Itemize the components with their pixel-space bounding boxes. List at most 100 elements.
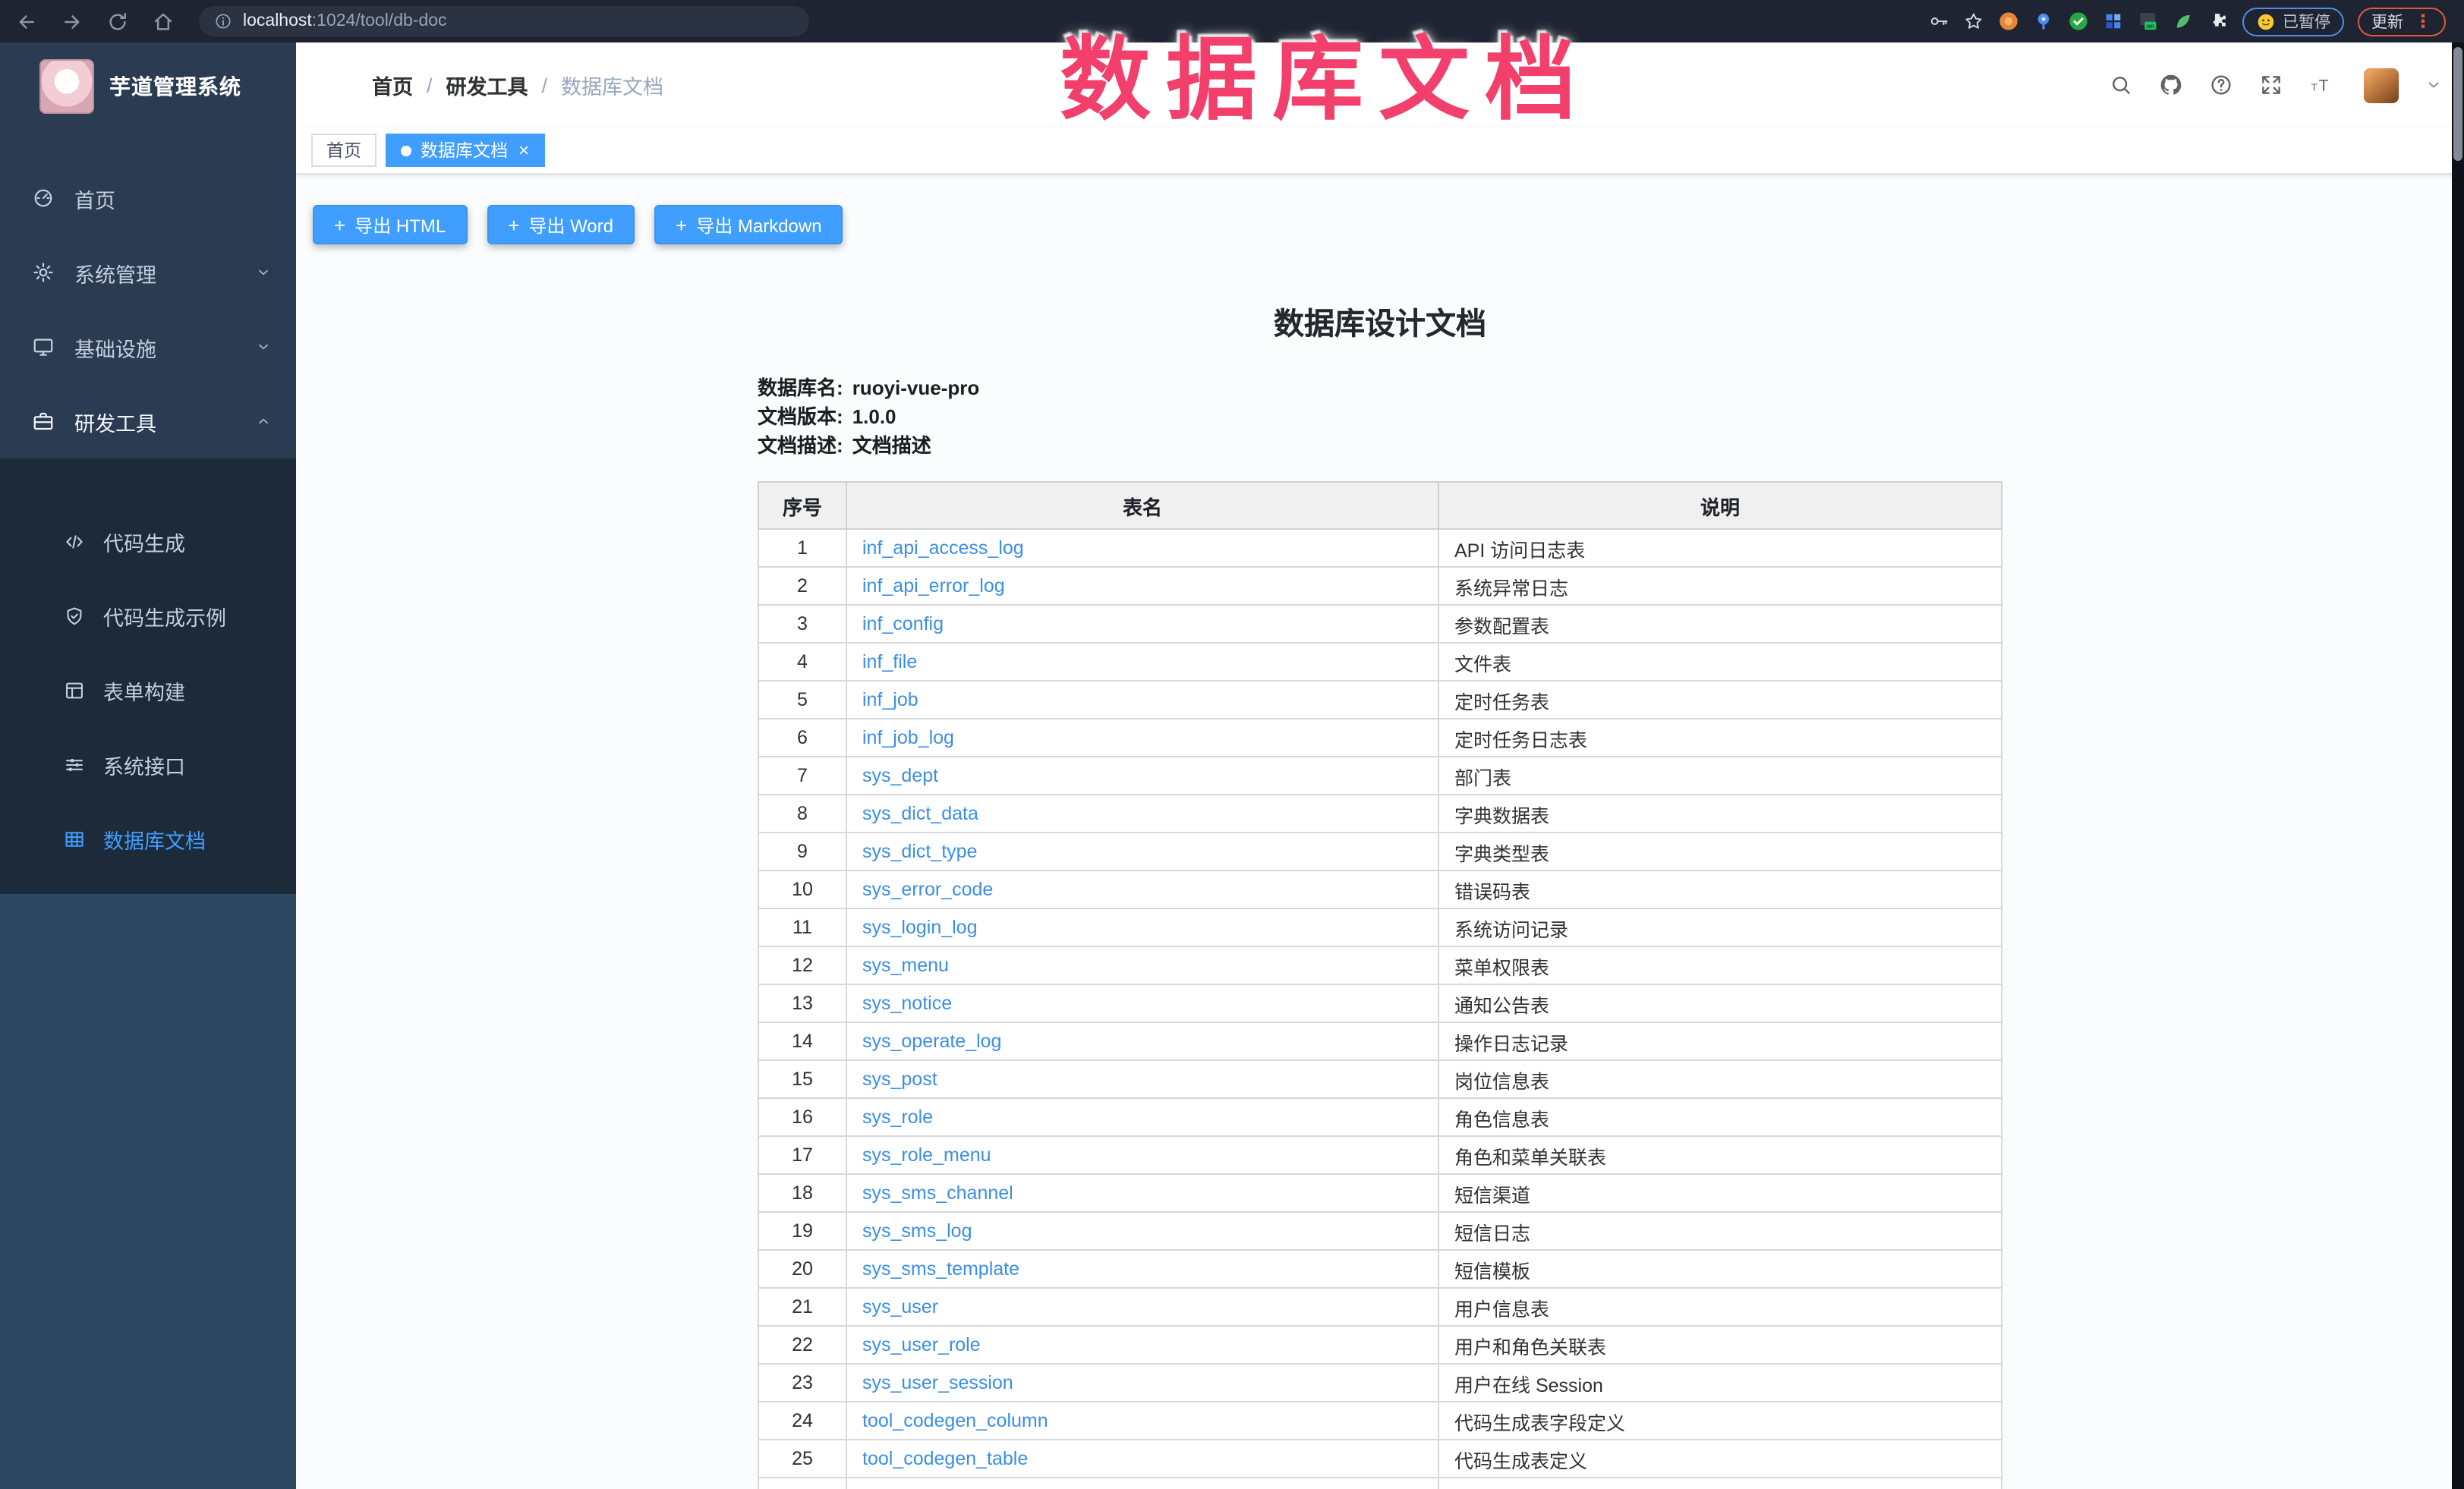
sidebar-item-infra[interactable]: 基础设施 bbox=[0, 310, 296, 384]
table-link[interactable]: inf_file bbox=[862, 651, 917, 672]
puzzle-icon[interactable] bbox=[2207, 11, 2228, 32]
extension-grid-icon[interactable] bbox=[2102, 11, 2123, 32]
star-icon[interactable] bbox=[1962, 11, 1983, 32]
export-button-2[interactable]: +导出 Markdown bbox=[654, 205, 843, 244]
table-link[interactable]: inf_job bbox=[862, 689, 918, 710]
app-root: localhost:1024/tool/db-doc on 已暂停 更新 ⋮ bbox=[0, 0, 2464, 1489]
font-size-icon[interactable]: TT bbox=[2309, 73, 2333, 97]
table-link[interactable]: sys_post bbox=[862, 1069, 937, 1090]
sidebar-item-system-api[interactable]: 系统接口 bbox=[0, 727, 296, 801]
table-cell-name: tool_codegen_table bbox=[846, 1440, 1438, 1478]
table-cell-no: 10 bbox=[758, 870, 846, 908]
table-cell-name: sys_menu bbox=[846, 946, 1438, 984]
sidebar-item-form-builder[interactable]: 表单构建 bbox=[0, 653, 296, 727]
address-bar[interactable]: localhost:1024/tool/db-doc bbox=[199, 6, 809, 36]
table-link[interactable]: sys_dict_type bbox=[862, 841, 977, 862]
tag-item[interactable]: 首页 bbox=[311, 134, 377, 167]
key-icon[interactable] bbox=[1927, 11, 1949, 32]
sidebar-item-db-doc[interactable]: 数据库文档 bbox=[0, 801, 296, 876]
sidebar-item-dev-tools[interactable]: 研发工具 bbox=[0, 384, 296, 458]
export-button-0[interactable]: +导出 HTML bbox=[313, 205, 467, 244]
user-avatar[interactable] bbox=[2364, 68, 2399, 102]
back-icon[interactable] bbox=[15, 10, 38, 33]
table-cell-desc: 字典类型表 bbox=[1438, 1478, 2002, 1489]
table-link[interactable]: sys_role bbox=[862, 1107, 933, 1128]
table-link[interactable]: sys_user bbox=[862, 1296, 938, 1317]
tag-active[interactable]: 数据库文档× bbox=[386, 134, 544, 167]
info-icon[interactable] bbox=[214, 12, 232, 30]
table-link[interactable]: sys_operate_log bbox=[862, 1031, 1001, 1052]
help-circle-icon[interactable] bbox=[2209, 73, 2233, 97]
table-link[interactable]: sys_notice bbox=[862, 993, 952, 1014]
fullscreen-icon[interactable] bbox=[2259, 73, 2283, 97]
extension-on-icon[interactable]: on bbox=[2137, 11, 2158, 32]
export-button-1[interactable]: +导出 Word bbox=[487, 205, 635, 244]
table-cell-desc: 部门表 bbox=[1438, 757, 2002, 795]
table-cell-no: 1 bbox=[758, 529, 846, 567]
browser-menu-icon[interactable]: ⋮ bbox=[2414, 12, 2432, 30]
page-scrollbar[interactable] bbox=[2452, 42, 2464, 1489]
table-cell-no: 5 bbox=[758, 681, 846, 719]
table-link[interactable]: sys_role_menu bbox=[862, 1144, 991, 1166]
home-icon[interactable] bbox=[152, 10, 175, 33]
sidebar-item-home[interactable]: 首页 bbox=[0, 161, 296, 235]
table-link[interactable]: sys_menu bbox=[862, 955, 949, 976]
table-link[interactable]: tool_test_demo bbox=[862, 1486, 992, 1489]
table-row: 22sys_user_role用户和角色关联表 bbox=[758, 1326, 2002, 1364]
extension-check-icon[interactable] bbox=[2067, 11, 2088, 32]
table-cell-no: 20 bbox=[758, 1250, 846, 1288]
table-link[interactable]: sys_user_session bbox=[862, 1372, 1013, 1393]
table-link[interactable]: inf_config bbox=[862, 613, 944, 634]
sidebar-item-label: 系统接口 bbox=[103, 749, 185, 779]
table-link[interactable]: tool_codegen_column bbox=[862, 1410, 1048, 1431]
update-button[interactable]: 更新 ⋮ bbox=[2358, 7, 2446, 36]
breadcrumb-item[interactable]: 首页 bbox=[372, 70, 413, 100]
table-cell-no: 7 bbox=[758, 757, 846, 795]
table-link[interactable]: sys_sms_log bbox=[862, 1220, 972, 1242]
table-row: 15sys_post岗位信息表 bbox=[758, 1060, 2002, 1098]
reload-icon[interactable] bbox=[106, 10, 129, 33]
table-link[interactable]: tool_codegen_table bbox=[862, 1448, 1028, 1469]
sidebar-item-code-gen[interactable]: 代码生成 bbox=[0, 504, 296, 578]
table-link[interactable]: inf_api_error_log bbox=[862, 575, 1005, 597]
extension-pin-icon[interactable] bbox=[2032, 11, 2053, 32]
table-link[interactable]: sys_login_log bbox=[862, 917, 978, 938]
extension-orange-icon[interactable] bbox=[1997, 11, 2018, 32]
plus-icon: + bbox=[508, 215, 519, 235]
table-link[interactable]: sys_dept bbox=[862, 765, 938, 786]
table-row: 5inf_job定时任务表 bbox=[758, 681, 2002, 719]
table-row: 2inf_api_error_log系统异常日志 bbox=[758, 567, 2002, 605]
table-link[interactable]: inf_api_access_log bbox=[862, 537, 1024, 559]
table-cell-no: 13 bbox=[758, 984, 846, 1022]
doc-meta-line: 文档描述:文档描述 bbox=[758, 431, 2002, 460]
table-cell-name: sys_user_session bbox=[846, 1364, 1438, 1402]
chevron-down-icon[interactable] bbox=[2425, 76, 2443, 94]
table-link[interactable]: sys_sms_channel bbox=[862, 1182, 1013, 1204]
logo-row[interactable]: 芋道管理系统 bbox=[0, 42, 296, 131]
sidebar-item-label: 代码生成 bbox=[103, 526, 185, 556]
table-link[interactable]: inf_job_log bbox=[862, 727, 954, 748]
extension-leaf-icon[interactable] bbox=[2172, 11, 2193, 32]
url-text: localhost:1024/tool/db-doc bbox=[243, 12, 447, 30]
table-icon bbox=[64, 828, 85, 849]
sidebar-item-code-gen-demo[interactable]: 代码生成示例 bbox=[0, 578, 296, 653]
fold-sidebar-icon[interactable] bbox=[317, 72, 343, 98]
forward-icon[interactable] bbox=[61, 10, 83, 33]
paused-badge[interactable]: 已暂停 bbox=[2242, 7, 2344, 36]
breadcrumb-item[interactable]: 研发工具 bbox=[446, 70, 528, 100]
table-link[interactable]: sys_user_role bbox=[862, 1334, 981, 1355]
table-cell-no: 11 bbox=[758, 908, 846, 946]
table-row: 24tool_codegen_column代码生成表字段定义 bbox=[758, 1402, 2002, 1440]
close-icon[interactable]: × bbox=[518, 141, 529, 159]
github-icon[interactable] bbox=[2159, 73, 2183, 97]
search-icon[interactable] bbox=[2109, 73, 2133, 97]
sidebar-item-system[interactable]: 系统管理 bbox=[0, 235, 296, 310]
doc-title: 数据库设计文档 bbox=[758, 299, 2002, 343]
scrollbar-thumb[interactable] bbox=[2453, 47, 2462, 161]
table-link[interactable]: sys_error_code bbox=[862, 879, 993, 900]
table-link[interactable]: sys_sms_template bbox=[862, 1258, 1019, 1280]
table-link[interactable]: sys_dict_data bbox=[862, 803, 978, 824]
tag-label: 首页 bbox=[326, 138, 361, 162]
browser-right-cluster: on 已暂停 更新 ⋮ bbox=[1927, 7, 2464, 36]
table-cell-desc: API 访问日志表 bbox=[1438, 529, 2002, 567]
